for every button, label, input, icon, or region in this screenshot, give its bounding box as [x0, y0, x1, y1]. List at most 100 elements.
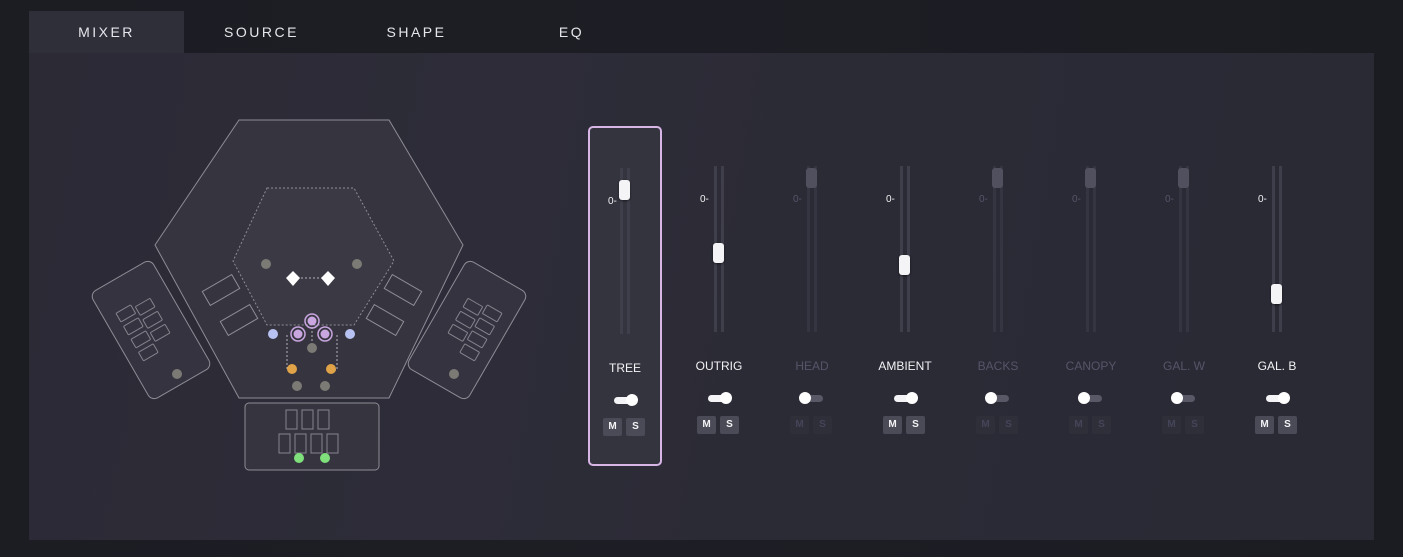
toggle-thumb	[1171, 392, 1183, 404]
mute-button[interactable]: M	[790, 416, 809, 434]
mute-solo-group: M S	[603, 418, 647, 436]
mic-grey-4[interactable]	[292, 381, 302, 391]
mute-solo-group: M S	[976, 416, 1020, 434]
fader-track	[1086, 166, 1096, 332]
mute-button[interactable]: M	[697, 416, 716, 434]
channel-toggle[interactable]	[985, 392, 1011, 404]
tab-bar: MIXER SOURCE SHAPE EQ	[29, 11, 1374, 53]
fader-rail-right	[1279, 166, 1282, 332]
fader-knob[interactable]	[1178, 168, 1189, 188]
channel-strip-outrig: 0- OUTRIG M S	[682, 126, 756, 466]
mic-grey-6[interactable]	[172, 369, 182, 379]
fader-rail-left	[900, 166, 903, 332]
fader-knob[interactable]	[713, 242, 724, 263]
outrig-mic-left[interactable]	[268, 329, 278, 339]
fader-knob[interactable]	[806, 168, 817, 188]
fader-track	[1272, 166, 1282, 332]
fader-knob[interactable]	[899, 255, 910, 276]
mic-grey-2[interactable]	[352, 259, 362, 269]
fader-rail-left	[807, 166, 810, 332]
mute-button[interactable]: M	[603, 418, 622, 436]
solo-button[interactable]: S	[1185, 416, 1204, 434]
channel-toggle[interactable]	[1264, 392, 1290, 404]
channel-label: TREE	[608, 361, 641, 375]
solo-button[interactable]: S	[720, 416, 739, 434]
mic-grey-1[interactable]	[261, 259, 271, 269]
channel-toggle[interactable]	[1171, 392, 1197, 404]
fader-knob[interactable]	[992, 168, 1003, 188]
fader-rail-left	[1272, 166, 1275, 332]
channel-toggle[interactable]	[892, 392, 918, 404]
green-mic-right[interactable]	[320, 453, 330, 463]
mute-button[interactable]: M	[1255, 416, 1274, 434]
zero-marker: 0-	[1165, 194, 1174, 205]
mute-button[interactable]: M	[1162, 416, 1181, 434]
green-mic-left[interactable]	[294, 453, 304, 463]
channel-strip-gal-b: 0- GAL. B M S	[1240, 126, 1314, 466]
solo-button[interactable]: S	[813, 416, 832, 434]
zero-marker: 0-	[793, 194, 802, 205]
fader-knob[interactable]	[1271, 283, 1282, 304]
fader-knob[interactable]	[1085, 168, 1096, 188]
fader-track	[900, 166, 910, 332]
solo-button[interactable]: S	[1092, 416, 1111, 434]
channel-label: GAL. B	[1257, 359, 1297, 373]
orange-mic-left[interactable]	[287, 364, 297, 374]
channel-toggle[interactable]	[799, 392, 825, 404]
channel-toggle[interactable]	[612, 394, 638, 406]
toggle-thumb	[906, 392, 918, 404]
fader-rail-left	[993, 166, 996, 332]
toggle-thumb	[1078, 392, 1090, 404]
solo-button[interactable]: S	[906, 416, 925, 434]
fader-rail-left	[1086, 166, 1089, 332]
mic-grey-7[interactable]	[449, 369, 459, 379]
channel-label: OUTRIG	[695, 359, 743, 373]
tab-eq[interactable]: EQ	[494, 11, 649, 53]
mute-solo-group: M S	[883, 416, 927, 434]
channel-toggle[interactable]	[706, 392, 732, 404]
zero-marker: 0-	[1072, 194, 1081, 205]
channel-strip-ambient: 0- AMBIENT M S	[868, 126, 942, 466]
channel-toggle[interactable]	[1078, 392, 1104, 404]
toggle-thumb	[626, 394, 638, 406]
mute-button[interactable]: M	[976, 416, 995, 434]
mute-solo-group: M S	[1255, 416, 1299, 434]
mute-button[interactable]: M	[1069, 416, 1088, 434]
tab-source[interactable]: SOURCE	[184, 11, 339, 53]
orange-mic-right[interactable]	[326, 364, 336, 374]
outrig-mic-right[interactable]	[345, 329, 355, 339]
toggle-thumb	[1278, 392, 1290, 404]
fader-rail-right	[1093, 166, 1096, 332]
zero-marker: 0-	[608, 196, 617, 207]
channel-label: AMBIENT	[878, 359, 932, 373]
zero-marker: 0-	[979, 194, 988, 205]
zero-marker: 0-	[700, 194, 709, 205]
channel-strip-gal-w: 0- GAL. W M S	[1147, 126, 1221, 466]
fader-rail-right	[1000, 166, 1003, 332]
channel-strip-backs: 0- BACKS M S	[961, 126, 1035, 466]
mic-grey-5[interactable]	[320, 381, 330, 391]
mute-solo-group: M S	[697, 416, 741, 434]
stage-diagram	[91, 119, 527, 471]
mute-button[interactable]: M	[883, 416, 902, 434]
mute-solo-group: M S	[1162, 416, 1206, 434]
toggle-thumb	[799, 392, 811, 404]
solo-button[interactable]: S	[626, 418, 645, 436]
tab-mixer[interactable]: MIXER	[29, 11, 184, 53]
fader-knob[interactable]	[619, 179, 630, 200]
solo-button[interactable]: S	[1278, 416, 1297, 434]
tab-shape[interactable]: SHAPE	[339, 11, 494, 53]
mic-grey-3[interactable]	[307, 343, 317, 353]
zero-marker: 0-	[886, 194, 895, 205]
channel-strip-tree: 0- TREE M S	[588, 126, 662, 466]
channel-label: GAL. W	[1162, 359, 1205, 373]
mixer-window: MIXER SOURCE SHAPE EQ 0- TREE M S 0- OUT…	[0, 0, 1403, 557]
mixer-panel: 0- TREE M S 0- OUTRIG M S 0- HEAD M S 0-…	[29, 53, 1374, 540]
channel-strip-canopy: 0- CANOPY M S	[1054, 126, 1128, 466]
solo-button[interactable]: S	[999, 416, 1018, 434]
channel-label: HEAD	[795, 359, 829, 373]
fader-track	[1179, 166, 1189, 332]
fader-track	[807, 166, 817, 332]
fader-rail-right	[814, 166, 817, 332]
channel-strip-head: 0- HEAD M S	[775, 126, 849, 466]
